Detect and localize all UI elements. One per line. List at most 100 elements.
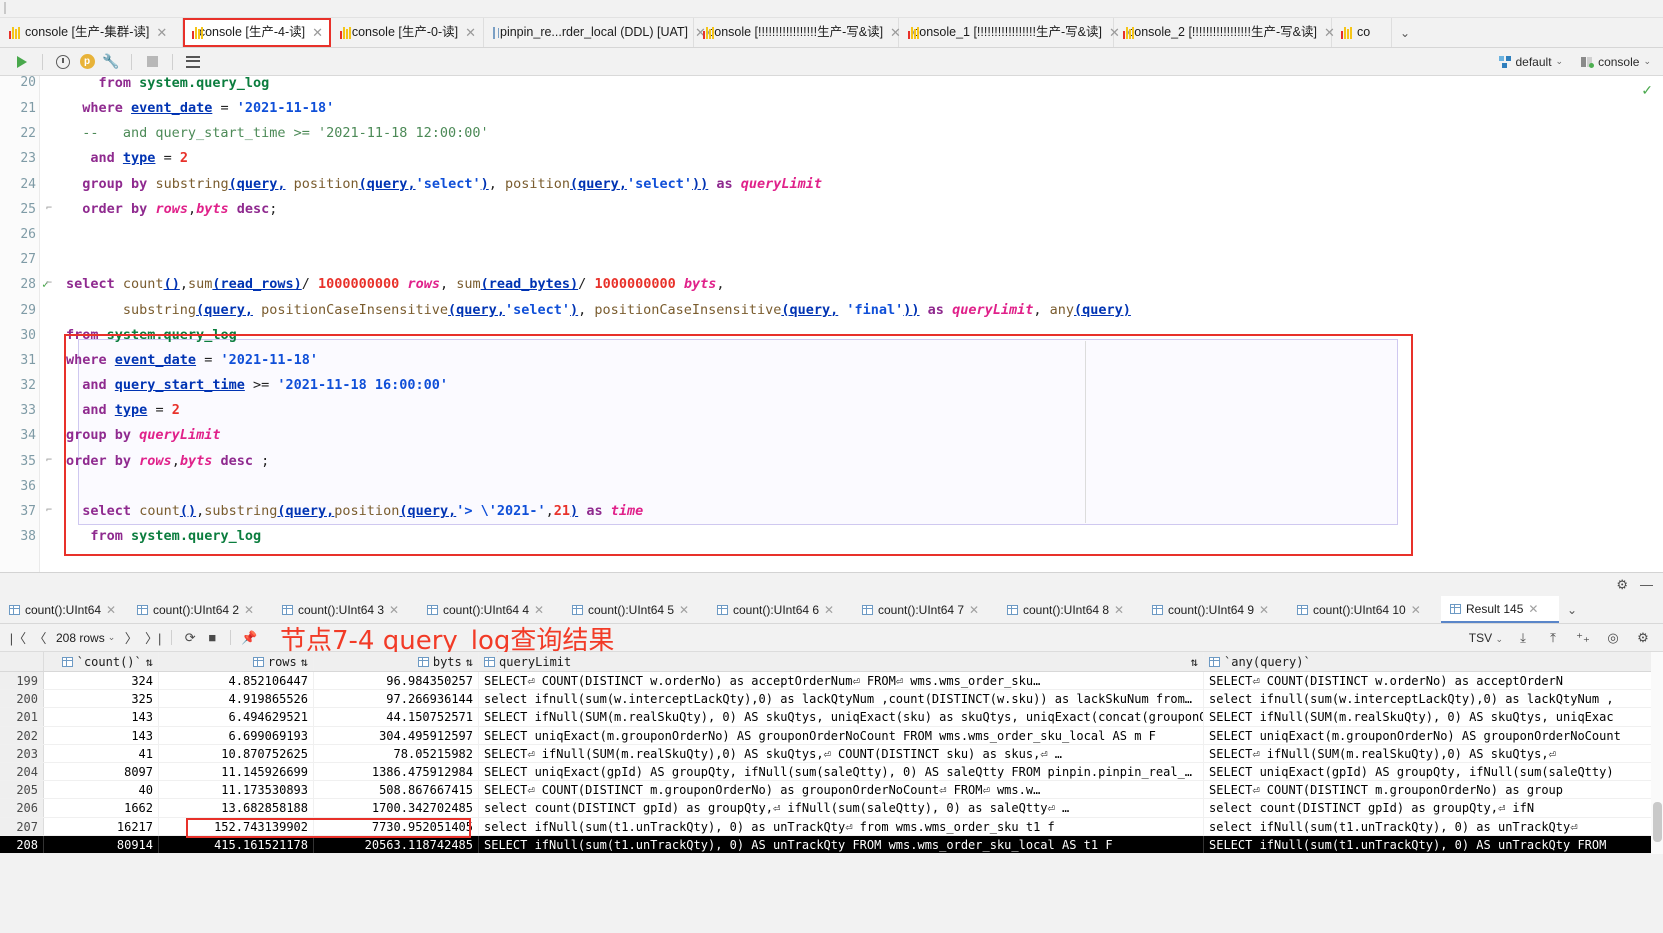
cell-anyquery[interactable]: SELECT ifNull(sum(t1.unTrackQty), 0) AS …	[1204, 835, 1659, 853]
editor-tab-4[interactable]: console [!!!!!!!!!!!!!!!!!生产-写&读] ✕	[694, 18, 901, 47]
cell-rows[interactable]: 4.852106447	[159, 672, 314, 690]
column-header-idx[interactable]	[0, 652, 44, 671]
cell-queryLimit[interactable]: SELECT⏎ ifNull(SUM(m.realSkuQty),0) AS s…	[479, 744, 1204, 762]
code-line-21[interactable]: 21 where event_date = '2021-11-18'	[0, 96, 1663, 121]
cell-count[interactable]: 143	[44, 708, 159, 726]
result-tab-5[interactable]: count():UInt64 6 ✕	[708, 596, 853, 623]
stop-results-button[interactable]: ■	[202, 628, 222, 648]
close-icon[interactable]: ✕	[1259, 603, 1269, 617]
result-tab-6[interactable]: count():UInt64 7 ✕	[853, 596, 998, 623]
history-button[interactable]	[51, 51, 75, 73]
cell-queryLimit[interactable]: SELECT ifNull(SUM(m.realSkuQty), 0) AS s…	[479, 708, 1204, 726]
close-icon[interactable]: ✕	[534, 603, 544, 617]
code-fold-icon[interactable]: ⌐	[46, 506, 55, 516]
cell-anyquery[interactable]: select ifNull(sum(t1.unTrackQty), 0) as …	[1204, 817, 1659, 835]
cell-anyquery[interactable]: SELECT uniqExact(m.grouponOrderNo) AS gr…	[1204, 726, 1659, 744]
result-tab-10[interactable]: Result 145 ✕	[1441, 596, 1559, 623]
cell-byts[interactable]: 78.05215982	[314, 744, 479, 762]
cell-rows[interactable]: 4.919865526	[159, 690, 314, 708]
code-line-28[interactable]: 28 ✓ ⌐ select count(),sum(read_rows)/ 10000…	[0, 272, 1663, 297]
cell-rows[interactable]: 13.682858188	[159, 799, 314, 817]
result-tab-2[interactable]: count():UInt64 3 ✕	[273, 596, 418, 623]
run-button[interactable]	[10, 51, 34, 73]
column-header-count[interactable]: `count()` ⇅	[44, 652, 159, 671]
table-row[interactable]: 200 325 4.919865526 97.266936144 select ifnu…	[0, 690, 1663, 709]
code-line-31[interactable]: 31 where event_date = '2021-11-18'	[0, 348, 1663, 373]
cell-byts[interactable]: 304.495912597	[314, 726, 479, 744]
code-line-25[interactable]: 25 ⌐ order by rows,byts desc;	[0, 197, 1663, 222]
cell-count[interactable]: 325	[44, 690, 159, 708]
editor-tab-7[interactable]: co	[1332, 18, 1392, 47]
code-line-34[interactable]: 34 group by queryLimit	[0, 423, 1663, 448]
result-tab-1[interactable]: count():UInt64 2 ✕	[128, 596, 273, 623]
first-page-button[interactable]: |〈	[8, 628, 28, 648]
cell-count[interactable]: 8097	[44, 762, 159, 781]
code-line-37[interactable]: 37 ⌐ select count(),substring(query,posit…	[0, 499, 1663, 524]
cell-queryLimit[interactable]: SELECT⏎ COUNT(DISTINCT m.grouponOrderNo)…	[479, 781, 1204, 799]
cell-count[interactable]: 324	[44, 672, 159, 690]
editor-tab-3[interactable]: pinpin_re...rder_local (DDL) [UAT] ✕	[484, 18, 706, 47]
cell-rows[interactable]: 415.161521178	[159, 835, 314, 853]
close-icon[interactable]: ✕	[1411, 603, 1421, 617]
result-tab-7[interactable]: count():UInt64 8 ✕	[998, 596, 1143, 623]
result-tab-9[interactable]: count():UInt64 10 ✕	[1288, 596, 1441, 623]
result-tab-8[interactable]: count():UInt64 9 ✕	[1143, 596, 1288, 623]
close-icon[interactable]: ✕	[824, 603, 834, 617]
result-tabs-overflow-button[interactable]: ⌄	[1559, 596, 1585, 623]
refresh-button[interactable]: ⟳	[180, 628, 200, 648]
cell-rows[interactable]: 6.699069193	[159, 726, 314, 744]
close-icon[interactable]: ✕	[969, 603, 979, 617]
cell-rows[interactable]: 6.494629521	[159, 708, 314, 726]
code-lines[interactable]: 20 from system.query_log 21 where event_d…	[0, 76, 1663, 572]
table-row[interactable]: 205 40 11.173530893 508.867667415 SELECT⏎ CO…	[0, 781, 1663, 800]
code-line-30[interactable]: 30 from system.query_log	[0, 323, 1663, 348]
cell-count[interactable]: 41	[44, 744, 159, 762]
result-tab-0[interactable]: count():UInt64 ✕	[0, 596, 128, 623]
grid-scrollbar[interactable]	[1651, 652, 1663, 854]
code-line-35[interactable]: 35 ⌐ order by rows,byts desc ;	[0, 449, 1663, 474]
cell-anyquery[interactable]: SELECT⏎ COUNT(DISTINCT m.grouponOrderNo)…	[1204, 781, 1659, 799]
editor-tab-1[interactable]: console [生产-4-读] ✕	[183, 18, 331, 47]
editor-tab-2[interactable]: console [生产-0-读] ✕	[331, 18, 484, 47]
cell-idx[interactable]: 203	[0, 744, 44, 762]
table-row[interactable]: 201 143 6.494629521 44.150752571 SELECT ifNu…	[0, 708, 1663, 727]
stop-button[interactable]	[140, 51, 164, 73]
code-line-24[interactable]: 24 group by substring(query, position(qu…	[0, 172, 1663, 197]
cell-queryLimit[interactable]: select count(DISTINCT gpId) as groupQty,…	[479, 799, 1204, 817]
code-fold-icon[interactable]: ⌐	[46, 279, 55, 289]
table-row[interactable]: 208 80914 415.161521178 20563.118742485 SELE…	[0, 835, 1663, 854]
code-line-38[interactable]: 38 from system.query_log	[0, 524, 1663, 549]
table-row[interactable]: 199 324 4.852106447 96.984350257 SELECT⏎ COU…	[0, 672, 1663, 691]
column-header-anyquery[interactable]: `any(query)`	[1204, 652, 1659, 671]
code-line-29[interactable]: 29 substring(query, positionCaseInsensit…	[0, 298, 1663, 323]
cell-idx[interactable]: 208	[0, 835, 44, 853]
sort-icon[interactable]: ⇅	[1191, 652, 1198, 671]
code-fold-icon[interactable]: ⌐	[46, 203, 55, 214]
code-line-32[interactable]: 32 and query_start_time >= '2021-11-18 1…	[0, 373, 1663, 398]
row-count-selector[interactable]: 208 rows ⌄	[52, 631, 119, 645]
cell-idx[interactable]: 199	[0, 672, 44, 690]
code-line-23[interactable]: 23 and type = 2	[0, 146, 1663, 171]
results-settings-icon[interactable]: ⚙	[1616, 577, 1628, 593]
cell-idx[interactable]: 207	[0, 817, 44, 835]
cell-idx[interactable]: 204	[0, 762, 44, 781]
code-fold-icon[interactable]: ⌐	[46, 455, 55, 466]
close-icon[interactable]: ✕	[244, 603, 254, 617]
pin-tab-button[interactable]: 📌	[239, 628, 259, 648]
add-row-button[interactable]: ⁺₊	[1573, 628, 1593, 648]
cell-idx[interactable]: 202	[0, 726, 44, 744]
results-grid[interactable]: `count()` ⇅ rows ⇅ byts ⇅ queryLimit ⇅ `any(quer…	[0, 652, 1663, 854]
cell-byts[interactable]: 1386.475912984	[314, 762, 479, 781]
column-header-rows[interactable]: rows ⇅	[159, 652, 314, 671]
result-tab-4[interactable]: count():UInt64 5 ✕	[563, 596, 708, 623]
sql-editor[interactable]: 20 from system.query_log 21 where event_d…	[0, 76, 1663, 572]
cell-byts[interactable]: 96.984350257	[314, 672, 479, 690]
cell-byts[interactable]: 97.266936144	[314, 690, 479, 708]
table-row[interactable]: 203 41 10.870752625 78.05215982 SELECT⏎ ifNu…	[0, 744, 1663, 763]
cell-queryLimit[interactable]: select ifNull(sum(t1.unTrackQty), 0) as …	[479, 817, 1204, 835]
next-page-button[interactable]: 〉	[121, 628, 141, 648]
view-options-button[interactable]: ◎	[1603, 628, 1623, 648]
cell-count[interactable]: 80914	[44, 835, 159, 853]
output-button[interactable]	[181, 51, 205, 73]
table-row[interactable]: 204 8097 11.145926699 1386.475912984 SELECT …	[0, 762, 1663, 782]
